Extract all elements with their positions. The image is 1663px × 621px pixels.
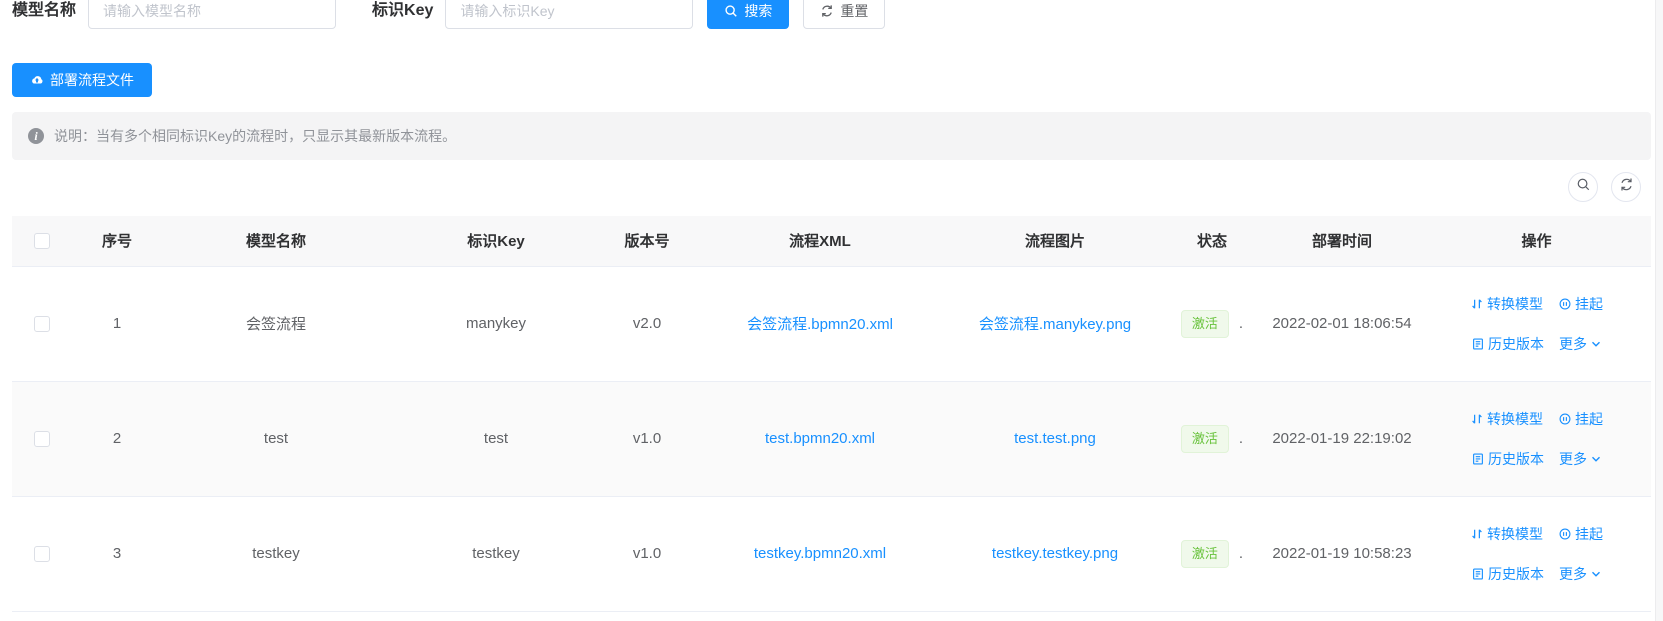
row-actions: 转换模型 挂起 历史版本 [1422,524,1651,584]
info-icon: i [28,128,44,144]
cell-version: v1.0 [602,496,692,611]
convert-model-link[interactable]: 转换模型 [1470,524,1543,544]
page-scrollbar[interactable] [1655,0,1663,621]
cloud-upload-icon [30,73,44,87]
row-checkbox[interactable] [34,316,50,332]
col-key: 标识Key [390,216,602,266]
caret-down-icon [1590,338,1602,350]
col-model-name: 模型名称 [162,216,390,266]
search-icon [1576,177,1591,197]
pause-circle-icon [1558,412,1572,426]
status-badge: 激活 [1181,425,1229,453]
history-versions-link[interactable]: 历史版本 [1471,334,1544,354]
model-name-input[interactable] [88,0,336,29]
refresh-icon [1619,177,1634,197]
process-table: 序号 模型名称 标识Key 版本号 流程XML 流程图片 状态 部署时间 操作 … [12,216,1651,612]
toolbar: 部署流程文件 [12,63,1651,97]
status-dot: . [1239,315,1243,332]
xml-link[interactable]: test.bpmn20.xml [765,430,875,447]
image-link[interactable]: 会签流程.manykey.png [979,316,1131,333]
suspend-link[interactable]: 挂起 [1558,409,1603,429]
info-alert: i 说明：当有多个相同标识Key的流程时，只显示其最新版本流程。 [12,112,1651,160]
cell-key: test [390,381,602,496]
row-actions: 转换模型 挂起 历史版本 [1422,294,1651,354]
search-icon [724,4,738,18]
caret-down-icon [1590,453,1602,465]
cell-model-name: testkey [162,496,390,611]
image-link[interactable]: test.test.png [1014,430,1096,447]
deploy-time: 2022-01-19 22:19:02 [1272,430,1411,447]
sort-arrows-icon [1470,412,1484,426]
refresh-table-button[interactable] [1611,172,1641,202]
more-dropdown[interactable]: 更多 [1559,449,1602,469]
status-badge: 激活 [1181,540,1229,568]
cell-index: 2 [72,381,162,496]
key-label: 标识Key [372,0,433,29]
xml-link[interactable]: testkey.bpmn20.xml [754,545,886,562]
row-checkbox[interactable] [34,431,50,447]
suspend-link[interactable]: 挂起 [1558,524,1603,544]
suspend-link[interactable]: 挂起 [1558,294,1603,314]
cell-model-name: test [162,381,390,496]
image-link[interactable]: testkey.testkey.png [992,545,1118,562]
show-search-button[interactable] [1568,172,1598,202]
cell-key: manykey [390,266,602,381]
table-tools [12,172,1651,202]
alert-text: 说明：当有多个相同标识Key的流程时，只显示其最新版本流程。 [54,126,456,146]
table-row: 1 会签流程 manykey v2.0 会签流程.bpmn20.xml 会签流程… [12,266,1651,381]
convert-model-link[interactable]: 转换模型 [1470,294,1543,314]
col-status: 状态 [1162,216,1262,266]
search-form: 模型名称 标识Key 搜索 重置 [12,0,1651,30]
row-actions: 转换模型 挂起 历史版本 [1422,409,1651,469]
status-badge: 激活 [1181,310,1229,338]
pause-circle-icon [1558,297,1572,311]
cell-model-name: 会签流程 [162,266,390,381]
row-checkbox[interactable] [34,546,50,562]
more-dropdown[interactable]: 更多 [1559,564,1602,584]
reset-button[interactable]: 重置 [803,0,885,29]
table-row: 3 testkey testkey v1.0 testkey.bpmn20.xm… [12,496,1651,611]
cell-version: v2.0 [602,266,692,381]
col-xml: 流程XML [692,216,948,266]
convert-model-link[interactable]: 转换模型 [1470,409,1543,429]
more-dropdown[interactable]: 更多 [1559,334,1602,354]
history-versions-link[interactable]: 历史版本 [1471,449,1544,469]
deploy-time: 2022-02-01 18:06:54 [1272,315,1411,332]
status-dot: . [1239,545,1243,562]
model-name-label: 模型名称 [12,0,76,29]
col-actions: 操作 [1422,216,1651,266]
sort-arrows-icon [1470,527,1484,541]
cell-key: testkey [390,496,602,611]
col-image: 流程图片 [948,216,1162,266]
select-all-checkbox[interactable] [34,233,50,249]
history-versions-link[interactable]: 历史版本 [1471,564,1544,584]
table-header-row: 序号 模型名称 标识Key 版本号 流程XML 流程图片 状态 部署时间 操作 [12,216,1651,266]
document-icon [1471,452,1485,466]
search-button[interactable]: 搜索 [707,0,789,29]
process-deploy-page: 模型名称 标识Key 搜索 重置 [0,0,1663,621]
deploy-time: 2022-01-19 10:58:23 [1272,545,1411,562]
cell-version: v1.0 [602,381,692,496]
deploy-process-button[interactable]: 部署流程文件 [12,63,152,97]
cell-index: 3 [72,496,162,611]
document-icon [1471,337,1485,351]
sort-arrows-icon [1470,297,1484,311]
table-row: 2 test test v1.0 test.bpmn20.xml test.te… [12,381,1651,496]
key-input[interactable] [445,0,693,29]
caret-down-icon [1590,568,1602,580]
col-deploy-time: 部署时间 [1262,216,1422,266]
status-dot: . [1239,430,1243,447]
col-version: 版本号 [602,216,692,266]
pause-circle-icon [1558,527,1572,541]
refresh-icon [820,4,834,18]
document-icon [1471,567,1485,581]
xml-link[interactable]: 会签流程.bpmn20.xml [747,316,893,333]
cell-index: 1 [72,266,162,381]
col-index: 序号 [72,216,162,266]
